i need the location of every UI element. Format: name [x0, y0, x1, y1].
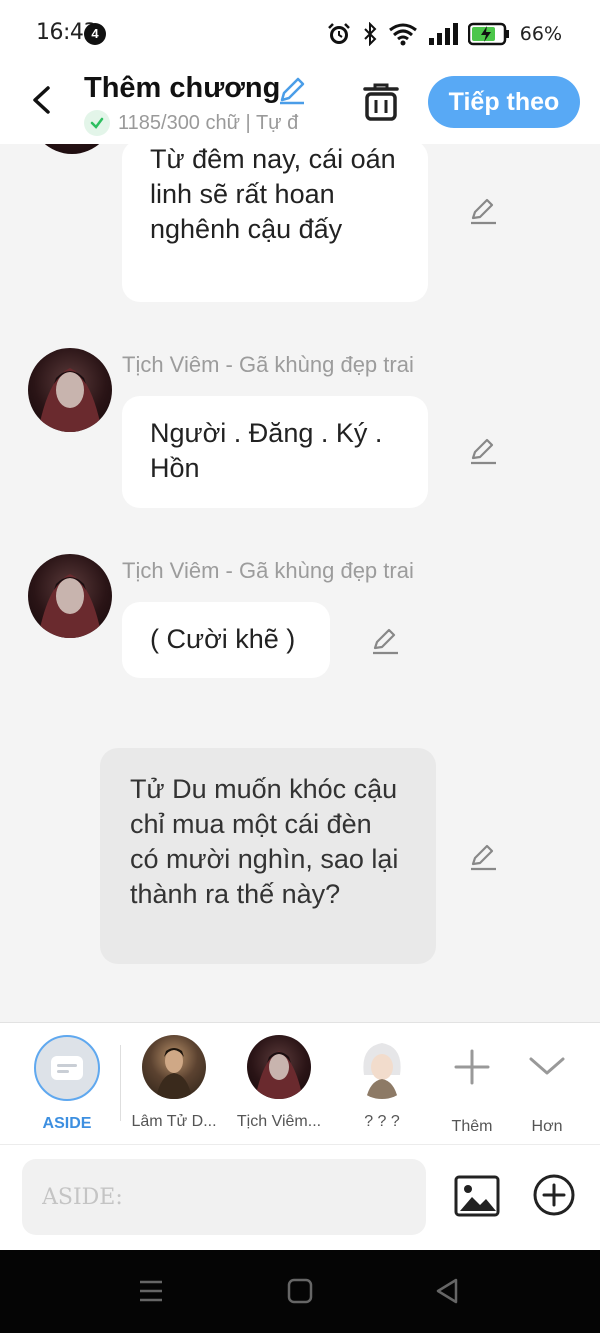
character-label: ? ? ?: [364, 1113, 400, 1130]
message-input[interactable]: [22, 1159, 426, 1235]
edit-message-icon[interactable]: [468, 196, 498, 226]
character-avatar: [142, 1035, 206, 1099]
message-bubble[interactable]: Người . Đăng . Ký . Hồn: [122, 396, 428, 508]
system-nav-bar: [0, 1250, 600, 1333]
plus-icon: [454, 1049, 490, 1085]
battery-icon: [467, 22, 509, 46]
battery-percent: 66%: [519, 23, 562, 45]
status-icons: 66%: [326, 20, 562, 48]
next-button[interactable]: Tiếp theo: [428, 76, 580, 128]
chevron-down-icon: [529, 1057, 565, 1075]
notification-badge: 4: [84, 23, 106, 45]
edit-message-icon[interactable]: [468, 842, 498, 872]
wifi-icon: [388, 23, 417, 46]
character-portrait: [38, 368, 102, 432]
character-portrait: [38, 574, 102, 638]
message-text: Người . Đăng . Ký . Hồn: [150, 418, 383, 483]
message-bubble[interactable]: ( Cười khẽ ): [122, 602, 330, 678]
character-label: Lâm Tử D...: [131, 1113, 217, 1130]
word-count: 1185/300 chữ | Tự đ: [118, 111, 299, 134]
back-nav-icon[interactable]: [432, 1276, 462, 1306]
avatar[interactable]: [30, 144, 114, 154]
message-text: Tử Du muốn khóc cậu chỉ mua một cái đèn …: [130, 774, 399, 909]
character-item[interactable]: Tịch Viêm...: [229, 1035, 329, 1131]
character-item[interactable]: Lâm Tử D...: [124, 1035, 224, 1131]
character-label: Tịch Viêm...: [236, 1113, 322, 1130]
editor-header: Thêm chương 1185/300 chữ | Tự đ Tiếp the…: [0, 68, 600, 144]
character-avatar: [350, 1035, 414, 1099]
add-circle-icon[interactable]: [532, 1173, 576, 1217]
chat-area: Từ đêm nay, cái oán linh sẽ rất hoan ngh…: [0, 144, 600, 1022]
recent-apps-icon[interactable]: [136, 1276, 166, 1306]
speaker-name: Tịch Viêm - Gã khùng đẹp trai: [122, 558, 414, 583]
message-text: ( Cười khẽ ): [150, 624, 296, 654]
home-icon[interactable]: [285, 1276, 315, 1306]
divider: [120, 1045, 121, 1121]
signal-icon: [428, 23, 458, 45]
alarm-icon: [327, 23, 350, 44]
character-item[interactable]: ? ? ?: [332, 1035, 432, 1131]
message-text: Từ đêm nay, cái oán linh sẽ rất hoan ngh…: [150, 144, 396, 244]
bluetooth-icon: [364, 22, 377, 46]
word-count-row: 1185/300 chữ | Tự đ: [84, 110, 332, 136]
pencil-icon[interactable]: [276, 74, 308, 106]
character-label: Hơn: [531, 1118, 563, 1135]
trash-icon[interactable]: [362, 82, 400, 122]
status-bar: 16:43 4 66%: [0, 0, 600, 68]
check-icon: [84, 110, 110, 136]
message-bubble[interactable]: Từ đêm nay, cái oán linh sẽ rất hoan ngh…: [122, 144, 428, 302]
back-icon[interactable]: [24, 80, 60, 120]
speaker-name: Tịch Viêm - Gã khùng đẹp trai: [122, 352, 414, 377]
aside-icon: [34, 1035, 100, 1101]
edit-message-icon[interactable]: [468, 436, 498, 466]
image-icon[interactable]: [454, 1173, 500, 1219]
edit-message-icon[interactable]: [370, 626, 400, 656]
aside-bubble[interactable]: Tử Du muốn khóc cậu chỉ mua một cái đèn …: [100, 748, 436, 964]
character-label: ASIDE: [42, 1115, 92, 1132]
character-aside[interactable]: ASIDE: [17, 1035, 117, 1133]
avatar[interactable]: [28, 348, 112, 432]
avatar[interactable]: [28, 554, 112, 638]
input-bar: [0, 1144, 600, 1250]
character-bar: ASIDE Lâm Tử D... Tịch Viêm... ? ? ? Thê…: [0, 1022, 600, 1144]
more-characters-button[interactable]: Hơn: [497, 1035, 597, 1136]
character-avatar: [247, 1035, 311, 1099]
page-title: Thêm chương: [84, 72, 281, 104]
